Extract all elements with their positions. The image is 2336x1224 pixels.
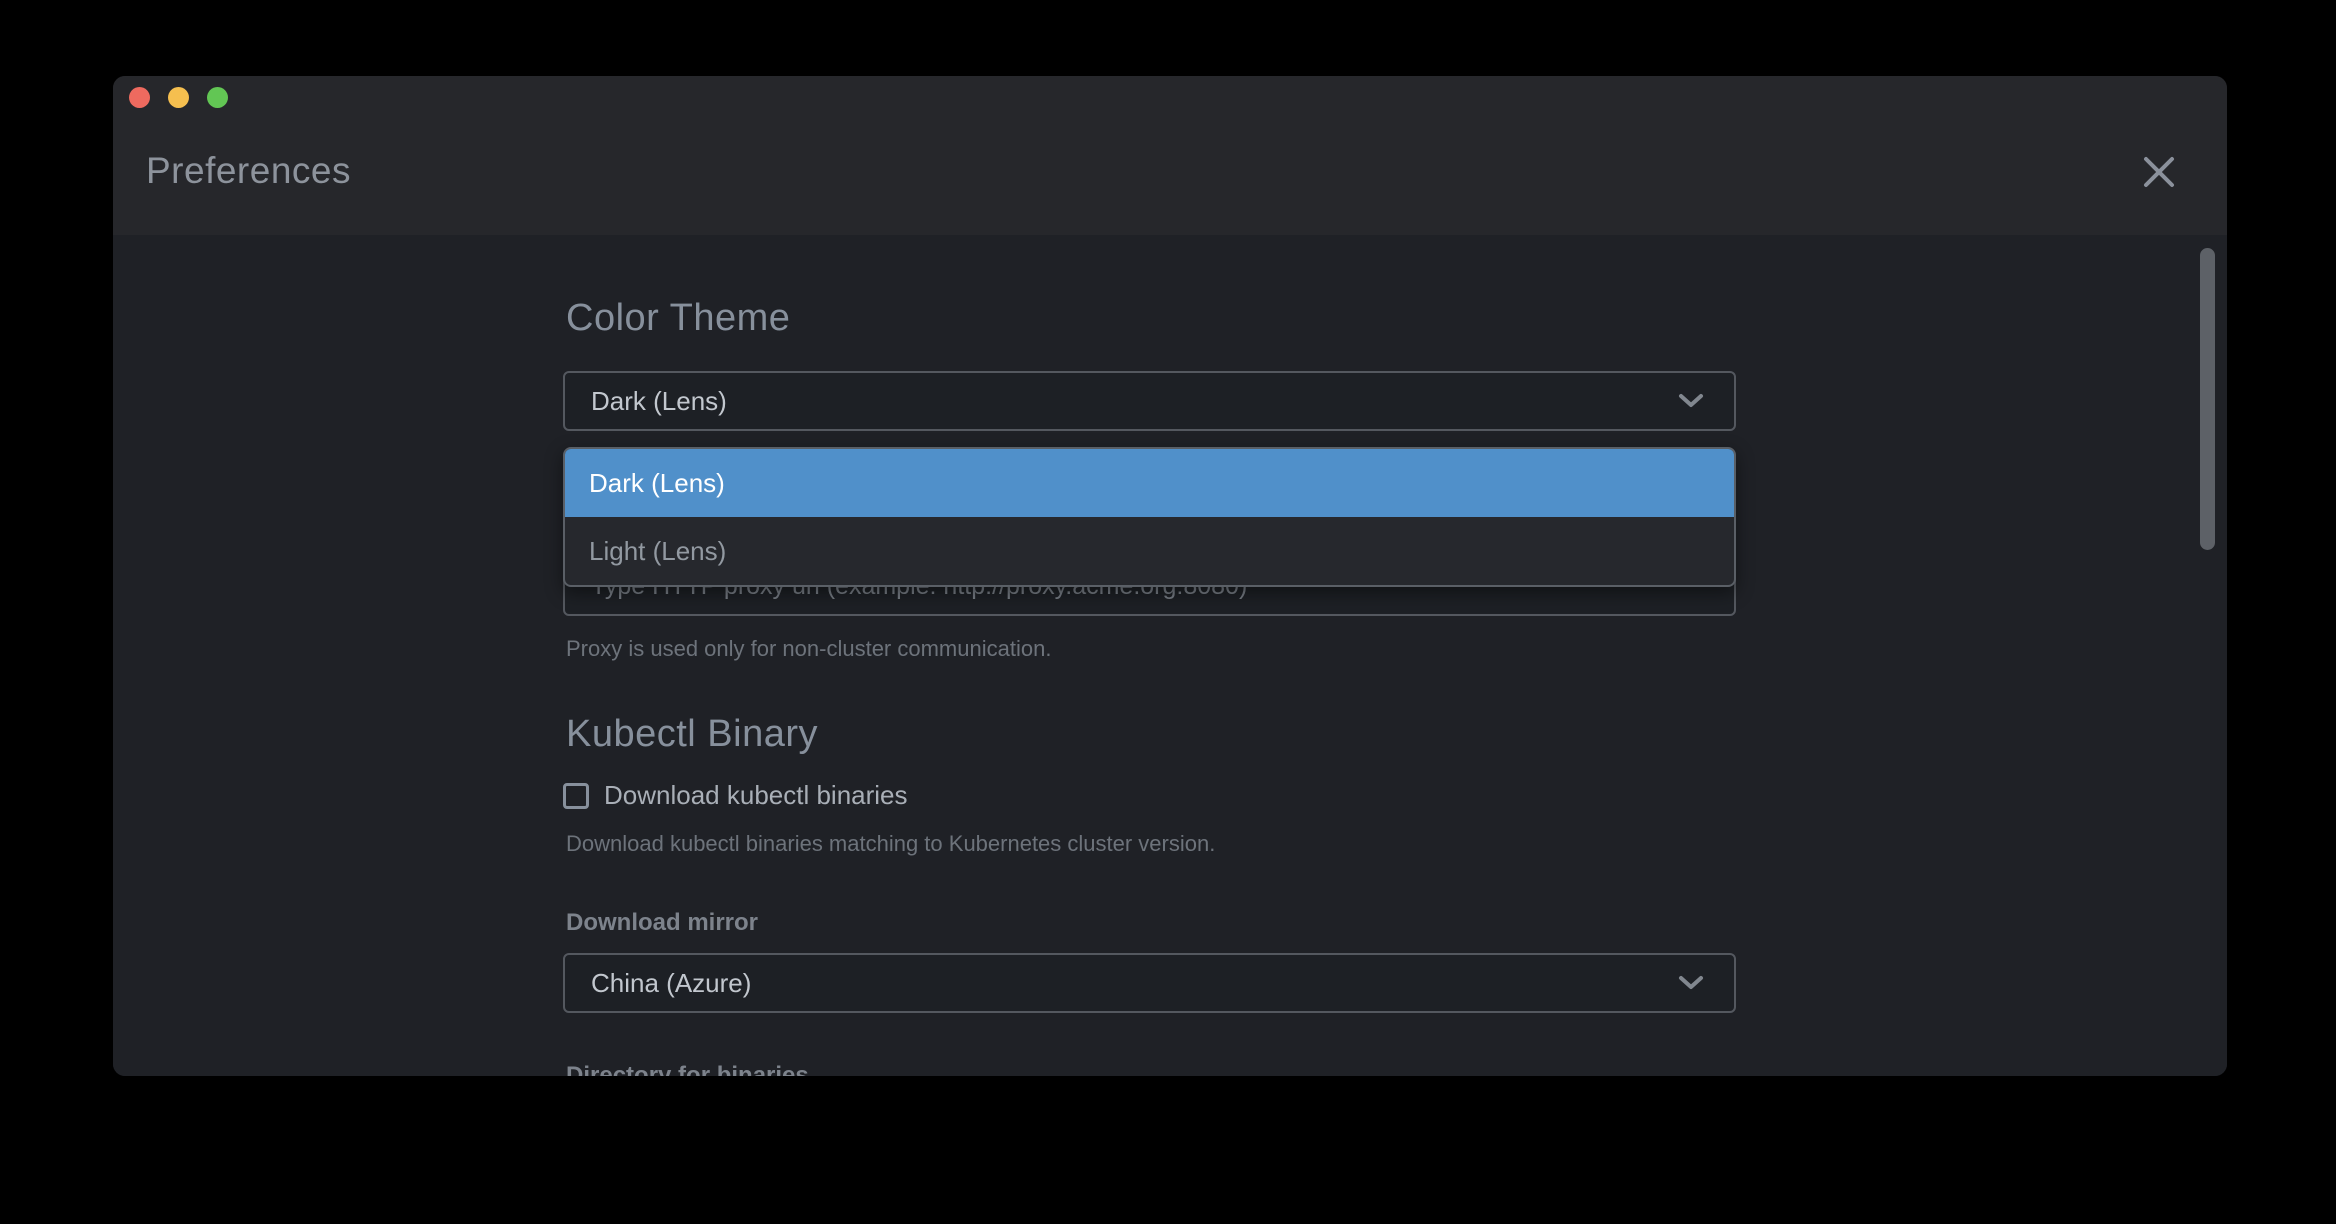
preferences-window: Preferences Color Theme Dark (Lens) Dark… <box>113 76 2227 1076</box>
download-mirror-label: Download mirror <box>566 909 758 937</box>
chevron-down-icon <box>1678 393 1704 409</box>
page-title: Preferences <box>146 150 351 192</box>
theme-option-light[interactable]: Light (Lens) <box>565 517 1734 585</box>
theme-dropdown-menu: Dark (Lens) Light (Lens) <box>563 447 1736 587</box>
color-theme-select-value: Dark (Lens) <box>591 386 1678 417</box>
download-kubectl-checkbox[interactable] <box>563 783 589 809</box>
download-mirror-select[interactable]: China (Azure) <box>563 953 1736 1013</box>
close-button[interactable] <box>2139 152 2179 192</box>
color-theme-select[interactable]: Dark (Lens) <box>563 371 1736 431</box>
close-icon <box>2141 154 2177 190</box>
theme-option-dark[interactable]: Dark (Lens) <box>565 449 1734 517</box>
download-mirror-select-value: China (Azure) <box>591 968 1678 999</box>
color-theme-heading: Color Theme <box>566 297 790 340</box>
close-traffic-light[interactable] <box>129 87 150 108</box>
minimize-traffic-light[interactable] <box>168 87 189 108</box>
preferences-content: Color Theme Dark (Lens) Dark (Lens) Ligh… <box>113 235 2227 1076</box>
download-kubectl-checkbox-label[interactable]: Download kubectl binaries <box>604 780 908 811</box>
kubectl-caption: Download kubectl binaries matching to Ku… <box>566 831 1215 857</box>
zoom-traffic-light[interactable] <box>207 87 228 108</box>
download-kubectl-checkbox-row[interactable]: Download kubectl binaries <box>563 780 908 811</box>
vertical-scrollbar-thumb[interactable] <box>2200 248 2215 550</box>
proxy-caption: Proxy is used only for non-cluster commu… <box>566 636 1051 662</box>
kubectl-binary-heading: Kubectl Binary <box>566 713 818 756</box>
titlebar: Preferences <box>113 76 2227 235</box>
directory-for-binaries-label: Directory for binaries <box>566 1062 809 1076</box>
chevron-down-icon <box>1678 975 1704 991</box>
traffic-lights <box>129 87 228 108</box>
